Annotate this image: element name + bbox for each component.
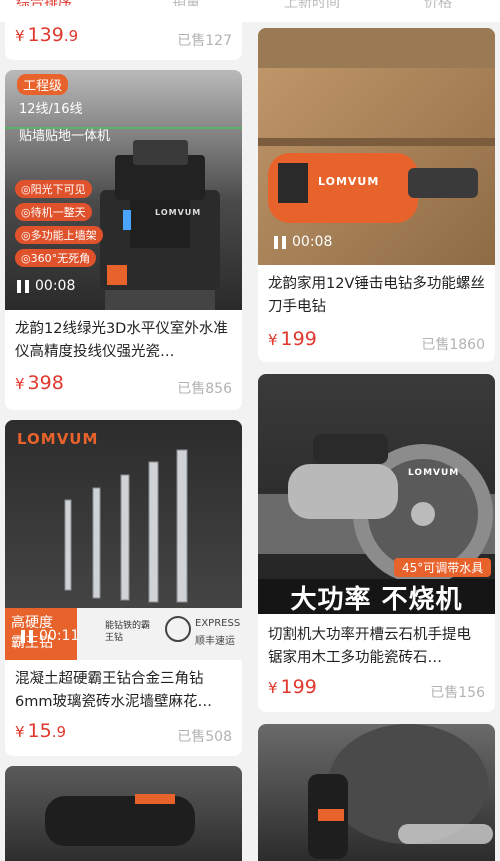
brand-logo: LOMVUM xyxy=(318,175,380,188)
product-card[interactable]: ¥139.9 已售127 xyxy=(5,6,242,60)
sf-logo-icon xyxy=(165,616,191,642)
feature-bullet: ◎360°无死角 xyxy=(15,249,97,267)
brand-logo: LOMVUM xyxy=(155,208,202,217)
video-duration: 00:08 xyxy=(292,234,333,250)
video-indicator[interactable]: 00:08 xyxy=(274,234,332,250)
hammer-drill-illustration xyxy=(258,28,495,223)
product-title[interactable]: 龙韵12线绿光3D水平仪室外水准仪高精度投线仪强光瓷… xyxy=(15,318,232,364)
express-label-cn: 顺丰速运 xyxy=(195,636,235,647)
price: ¥199 xyxy=(268,328,317,350)
feature-tag: 45°可调带水具 xyxy=(394,558,492,577)
tab-newest[interactable]: 上新时间 xyxy=(284,0,340,12)
product-card[interactable]: 工程级 12线/16线 贴墙贴地一体机 ◎阳光下可见 ◎待机一整天 ◎多功能上墙… xyxy=(5,70,242,410)
cordless-drill-illustration xyxy=(308,724,493,859)
feature-bullet: ◎多功能上墙架 xyxy=(15,226,103,244)
video-indicator[interactable]: 00:11 xyxy=(21,628,79,644)
product-title[interactable]: 混凝土超硬霸王钻合金三角钻6mm玻璃瓷砖水泥墙壁麻花… xyxy=(15,668,232,714)
product-image: LOMVUM 45°可调带水具 大功率 不烧机 xyxy=(258,374,495,614)
spec-lines: 12线/16线 xyxy=(19,102,83,117)
sold-count: 已售856 xyxy=(177,381,232,397)
pause-icon xyxy=(17,279,29,293)
price: ¥15.9 xyxy=(15,720,67,742)
price: ¥398 xyxy=(15,372,64,394)
product-image: LOMVUM 高硬度 霸王钻 能钻铁的霸王钻 EXPRESS 顺丰速运 00:1… xyxy=(5,420,242,660)
sold-count: 已售127 xyxy=(177,33,232,49)
sold-count: 已售508 xyxy=(177,729,232,745)
sold-count: 已售1860 xyxy=(421,337,485,353)
product-image xyxy=(258,724,495,861)
product-card[interactable]: LOMVUM 高硬度 霸王钻 能钻铁的霸王钻 EXPRESS 顺丰速运 00:1… xyxy=(5,420,242,756)
product-image: LOMVUM 00:08 xyxy=(258,28,495,265)
tab-price[interactable]: 价格 xyxy=(424,0,452,12)
product-card[interactable]: LOMVUM 00:08 龙韵家用12V锤击电钻多功能螺丝刀手电钻 ¥199 已… xyxy=(258,28,495,362)
price: ¥139.9 xyxy=(15,24,79,46)
video-indicator[interactable]: 00:08 xyxy=(17,278,75,294)
reciprocating-saw-illustration xyxy=(45,794,195,846)
product-card[interactable]: LOMVUM 45°可调带水具 大功率 不烧机 切割机大功率开槽云石机手提电锯家… xyxy=(258,374,495,712)
price: ¥199 xyxy=(268,676,317,698)
feature-bullet: ◎待机一整天 xyxy=(15,203,92,221)
video-duration: 00:11 xyxy=(39,628,80,644)
circular-saw-illustration xyxy=(258,434,495,614)
feature-label: 能钻铁的霸王钻 xyxy=(105,621,151,643)
express-label: EXPRESS xyxy=(195,618,241,629)
grade-badge: 工程级 xyxy=(17,74,69,95)
headline: 大功率 不烧机 xyxy=(290,585,463,614)
sold-count: 已售156 xyxy=(430,685,485,701)
product-image: 工程级 12线/16线 贴墙贴地一体机 ◎阳光下可见 ◎待机一整天 ◎多功能上墙… xyxy=(5,70,242,310)
pause-icon xyxy=(21,629,33,643)
video-duration: 00:08 xyxy=(35,278,76,294)
product-title[interactable]: 切割机大功率开槽云石机手提电锯家用木工多功能瓷砖石… xyxy=(268,624,485,670)
feature-bullet: ◎阳光下可见 xyxy=(15,180,92,198)
spec-mount: 贴墙贴地一体机 xyxy=(19,129,111,144)
product-card[interactable] xyxy=(5,766,242,861)
brand-logo: LOMVUM xyxy=(17,430,99,448)
product-card[interactable] xyxy=(258,724,495,861)
pause-icon xyxy=(274,235,286,249)
product-image xyxy=(5,766,242,861)
brand-logo: LOMVUM xyxy=(408,468,460,478)
product-title[interactable]: 龙韵家用12V锤击电钻多功能螺丝刀手电钻 xyxy=(268,273,485,319)
